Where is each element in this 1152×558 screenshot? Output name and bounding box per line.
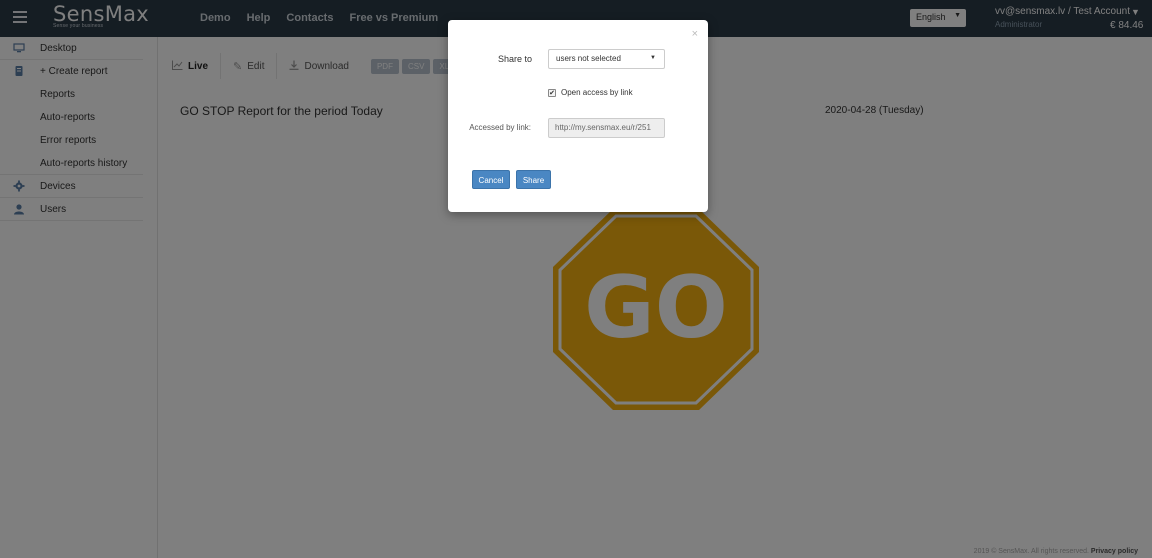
share-to-select[interactable]: users not selected ▼ [548, 49, 665, 69]
caret-down-icon: ▼ [650, 55, 656, 61]
share-button[interactable]: Share [516, 170, 551, 189]
close-icon[interactable]: × [692, 28, 698, 40]
open-access-option[interactable]: ✔ Open access by link [548, 88, 633, 97]
cancel-button[interactable]: Cancel [472, 170, 510, 189]
share-to-label: Share to [497, 54, 532, 64]
accessed-by-link-label: Accessed by link: [469, 123, 531, 132]
open-access-checkbox[interactable]: ✔ [548, 88, 556, 97]
share-to-value: users not selected [556, 54, 621, 63]
open-access-label: Open access by link [561, 88, 633, 97]
share-link-field[interactable]: http://my.sensmax.eu/r/251 [548, 118, 665, 138]
share-modal: × Share to users not selected ▼ ✔ Open a… [448, 20, 708, 212]
